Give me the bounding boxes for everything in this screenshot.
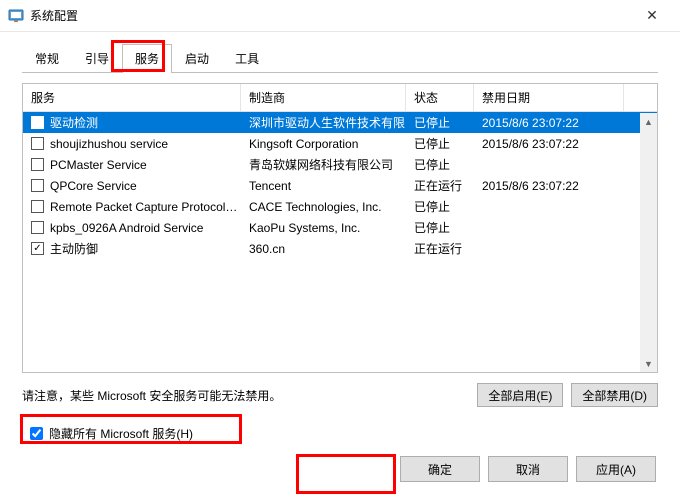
disable-all-button[interactable]: 全部禁用(D) [571, 383, 658, 407]
cell-disable-date: 2015/8/6 23:07:22 [474, 112, 624, 133]
scroll-up-icon[interactable]: ▲ [640, 113, 657, 130]
table-row[interactable]: kpbs_0926A Android Service KaoPu Systems,… [23, 217, 657, 238]
service-name: 驱动检测 [50, 114, 98, 131]
cell-manufacturer: CACE Technologies, Inc. [241, 196, 406, 217]
header-status[interactable]: 状态 [406, 84, 474, 111]
service-checkbox[interactable] [31, 200, 44, 213]
services-list: 服务 制造商 状态 禁用日期 驱动检测深圳市驱动人生软件技术有限…已停止2015… [22, 83, 658, 373]
cell-manufacturer: 青岛软媒网络科技有限公司 [241, 154, 406, 175]
cell-disable-date: 2015/8/6 23:07:22 [474, 133, 624, 154]
table-row[interactable]: QPCore Service Tencent正在运行2015/8/6 23:07:… [23, 175, 657, 196]
cell-service: 驱动检测 [23, 112, 241, 133]
close-button[interactable]: ✕ [632, 2, 672, 30]
service-name: QPCore Service [50, 179, 137, 193]
service-checkbox[interactable] [31, 137, 44, 150]
scroll-down-icon[interactable]: ▼ [640, 355, 657, 372]
cell-service: QPCore Service [23, 175, 241, 196]
cell-service: PCMaster Service [23, 154, 241, 175]
cell-status: 正在运行 [406, 238, 474, 259]
cell-manufacturer: KaoPu Systems, Inc. [241, 217, 406, 238]
table-row[interactable]: 主动防御 360.cn正在运行 [23, 238, 657, 259]
cell-status: 正在运行 [406, 175, 474, 196]
service-checkbox[interactable] [31, 158, 44, 171]
cell-manufacturer: Kingsoft Corporation [241, 133, 406, 154]
cell-manufacturer: 深圳市驱动人生软件技术有限… [241, 112, 406, 133]
table-row[interactable]: shoujizhushou service Kingsoft Corporatio… [23, 133, 657, 154]
cell-service: Remote Packet Capture Protocol… [23, 196, 241, 217]
cell-status: 已停止 [406, 217, 474, 238]
cell-service: 主动防御 [23, 238, 241, 259]
header-manufacturer[interactable]: 制造商 [241, 84, 406, 111]
tab-services[interactable]: 服务 [122, 44, 172, 73]
header-service[interactable]: 服务 [23, 84, 241, 111]
cell-disable-date [474, 238, 624, 259]
tab-general[interactable]: 常规 [22, 44, 72, 73]
scrollbar[interactable]: ▲ ▼ [640, 113, 657, 372]
cell-disable-date [474, 154, 624, 175]
hide-ms-option[interactable]: 隐藏所有 Microsoft 服务(H) [22, 425, 658, 442]
cell-disable-date: 2015/8/6 23:07:22 [474, 175, 624, 196]
notice-text: 请注意，某些 Microsoft 安全服务可能无法禁用。 [22, 387, 477, 404]
cell-disable-date [474, 217, 624, 238]
table-row[interactable]: 驱动检测 深圳市驱动人生软件技术有限…已停止2015/8/6 23:07:22 [23, 112, 657, 133]
hide-ms-checkbox[interactable] [30, 427, 43, 440]
service-name: Remote Packet Capture Protocol… [50, 200, 237, 214]
cell-status: 已停止 [406, 112, 474, 133]
cell-status: 已停止 [406, 154, 474, 175]
cell-service: kpbs_0926A Android Service [23, 217, 241, 238]
cell-manufacturer: 360.cn [241, 238, 406, 259]
cell-service: shoujizhushou service [23, 133, 241, 154]
hide-ms-label[interactable]: 隐藏所有 Microsoft 服务(H) [49, 425, 193, 442]
cancel-button[interactable]: 取消 [488, 456, 568, 482]
ok-button[interactable]: 确定 [400, 456, 480, 482]
service-checkbox[interactable] [31, 116, 44, 129]
table-row[interactable]: PCMaster Service 青岛软媒网络科技有限公司已停止 [23, 154, 657, 175]
tab-startup[interactable]: 启动 [172, 44, 222, 73]
apply-button[interactable]: 应用(A) [576, 456, 656, 482]
table-row[interactable]: Remote Packet Capture Protocol… CACE Tech… [23, 196, 657, 217]
service-checkbox[interactable] [31, 242, 44, 255]
app-icon [8, 8, 24, 24]
tab-tools[interactable]: 工具 [222, 44, 272, 73]
list-header: 服务 制造商 状态 禁用日期 [23, 84, 657, 112]
tab-boot[interactable]: 引导 [72, 44, 122, 73]
service-name: shoujizhushou service [50, 137, 168, 151]
enable-all-button[interactable]: 全部启用(E) [477, 383, 563, 407]
cell-status: 已停止 [406, 196, 474, 217]
service-name: PCMaster Service [50, 158, 147, 172]
tab-bar: 常规 引导 服务 启动 工具 [0, 32, 680, 73]
cell-disable-date [474, 196, 624, 217]
service-name: kpbs_0926A Android Service [50, 221, 203, 235]
service-checkbox[interactable] [31, 221, 44, 234]
cell-manufacturer: Tencent [241, 175, 406, 196]
service-name: 主动防御 [50, 240, 98, 257]
window-title: 系统配置 [30, 7, 632, 24]
header-disable-date[interactable]: 禁用日期 [474, 84, 624, 111]
service-checkbox[interactable] [31, 179, 44, 192]
cell-status: 已停止 [406, 133, 474, 154]
